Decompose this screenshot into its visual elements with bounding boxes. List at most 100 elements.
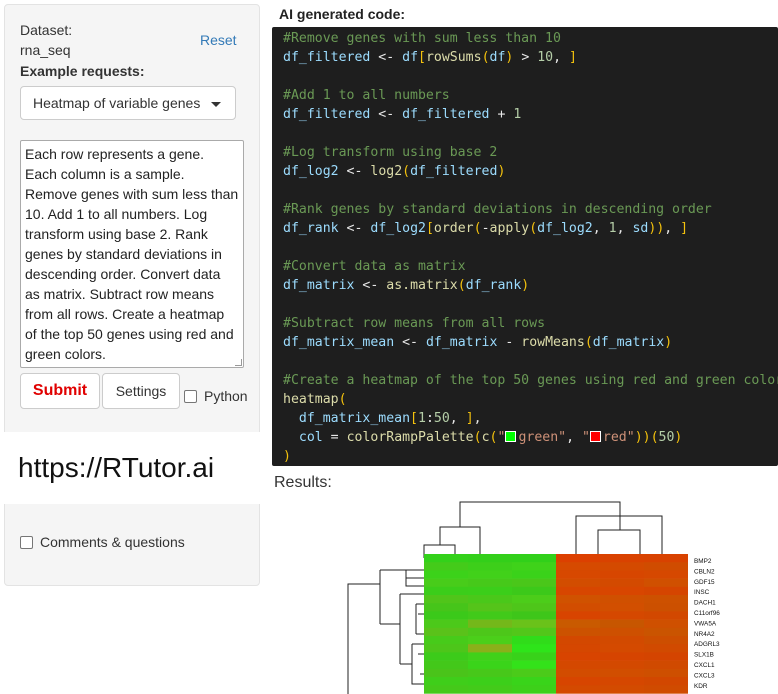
heatmap-cell xyxy=(644,644,688,653)
dataset-value: rna_seq xyxy=(20,42,71,58)
heatmap-cell xyxy=(600,627,644,637)
heatmap-cell xyxy=(556,611,600,620)
heatmap-cell xyxy=(424,562,468,571)
heatmap-cell xyxy=(468,685,512,694)
heatmap-cell xyxy=(512,685,556,694)
heatmap-cell xyxy=(424,586,468,596)
brand-url: https://RTutor.ai xyxy=(4,432,260,504)
heatmap-cell xyxy=(468,636,512,645)
heatmap-cell xyxy=(424,595,468,604)
heatmap-cell xyxy=(468,554,512,563)
heatmap-cell xyxy=(424,570,468,579)
heatmap-cell xyxy=(600,586,644,596)
heatmap-cell xyxy=(512,586,556,596)
heatmap-cell xyxy=(556,668,600,678)
heatmap-cell xyxy=(468,570,512,579)
heatmap-cell xyxy=(644,677,688,686)
comments-checkbox[interactable] xyxy=(20,536,33,549)
results-label: Results: xyxy=(274,474,332,491)
heatmap-cell xyxy=(644,685,688,694)
heatmap-cell xyxy=(512,644,556,653)
heatmap-cell xyxy=(468,627,512,637)
heatmap-cell xyxy=(424,554,468,563)
gene-label: C11orf96 xyxy=(694,610,720,617)
heatmap-plot: BMP2 CBLN2 GDF15 INSC DACH1 C11orf96 VWA5A NR4A… xyxy=(347,501,720,694)
heatmap-cell xyxy=(600,644,644,653)
heatmap-cells xyxy=(424,554,688,694)
gene-label: SLX1B xyxy=(694,652,714,659)
heatmap-cell xyxy=(424,603,468,612)
heatmap-cell xyxy=(512,668,556,678)
heatmap-cell xyxy=(600,685,644,694)
heatmap-cell xyxy=(556,652,600,661)
heatmap-cell xyxy=(644,668,688,678)
heatmap-cell xyxy=(468,619,512,629)
heatmap-cell xyxy=(468,586,512,596)
reset-link[interactable]: Reset xyxy=(200,32,237,48)
gene-labels: BMP2 CBLN2 GDF15 INSC DACH1 C11orf96 VWA5A NR4A… xyxy=(694,558,720,690)
heatmap-cell xyxy=(600,660,644,670)
heatmap-cell xyxy=(600,603,644,612)
heatmap-cell xyxy=(556,570,600,579)
heatmap-cell xyxy=(424,685,468,694)
heatmap-cell xyxy=(556,644,600,653)
heatmap-cell xyxy=(424,677,468,686)
heatmap-cell xyxy=(556,562,600,571)
heatmap-cell xyxy=(644,595,688,604)
gene-label: INSC xyxy=(694,589,710,596)
heatmap-cell xyxy=(556,603,600,612)
heatmap-cell xyxy=(644,611,688,620)
heatmap-cell xyxy=(468,611,512,620)
heatmap-cell xyxy=(512,554,556,563)
heatmap-cell xyxy=(600,636,644,645)
heatmap-cell xyxy=(556,660,600,670)
heatmap-cell xyxy=(468,578,512,588)
heatmap-cell xyxy=(644,652,688,661)
heatmap-cell xyxy=(512,578,556,588)
heatmap-cell xyxy=(512,603,556,612)
caret-down-icon xyxy=(211,102,221,107)
heatmap-cell xyxy=(468,660,512,670)
resize-handle-icon[interactable] xyxy=(235,359,242,366)
settings-button[interactable]: Settings xyxy=(102,373,180,409)
python-checkbox[interactable] xyxy=(184,390,197,403)
heatmap-cell xyxy=(512,562,556,571)
gene-label: KDR xyxy=(694,683,708,690)
heatmap-cell xyxy=(600,611,644,620)
heatmap-cell xyxy=(556,627,600,637)
heatmap-cell xyxy=(424,578,468,588)
example-request-select[interactable]: Heatmap of variable genes xyxy=(20,86,236,120)
submit-button[interactable]: Submit xyxy=(20,373,100,409)
python-label: Python xyxy=(204,388,248,404)
heatmap-cell xyxy=(644,578,688,588)
heatmap-cell xyxy=(556,619,600,629)
heatmap-cell xyxy=(644,554,688,563)
request-textarea[interactable]: Each row represents a gene. Each column … xyxy=(20,140,244,368)
heatmap-cell xyxy=(644,619,688,629)
code-title: AI generated code: xyxy=(279,6,406,22)
heatmap-cell xyxy=(512,611,556,620)
gene-label: VWA5A xyxy=(694,620,717,627)
gene-label: ADGRL3 xyxy=(694,641,720,648)
heatmap-cell xyxy=(424,652,468,661)
example-request-selected: Heatmap of variable genes xyxy=(33,95,201,111)
heatmap-cell xyxy=(468,644,512,653)
heatmap-cell xyxy=(600,668,644,678)
heatmap-cell xyxy=(468,595,512,604)
gene-label: BMP2 xyxy=(694,558,712,565)
heatmap-cell xyxy=(600,652,644,661)
heatmap-cell xyxy=(556,554,600,563)
heatmap-cell xyxy=(600,562,644,571)
heatmap-cell xyxy=(556,636,600,645)
column-dendrogram xyxy=(423,501,663,558)
gene-label: CXCL1 xyxy=(694,662,715,669)
heatmap-cell xyxy=(424,636,468,645)
heatmap-cell xyxy=(512,619,556,629)
example-requests-label: Example requests: xyxy=(20,63,145,79)
heatmap-cell xyxy=(424,660,468,670)
heatmap-cell xyxy=(468,668,512,678)
heatmap-cell xyxy=(468,677,512,686)
heatmap-cell xyxy=(600,554,644,563)
heatmap-cell xyxy=(556,595,600,604)
heatmap-cell xyxy=(600,619,644,629)
